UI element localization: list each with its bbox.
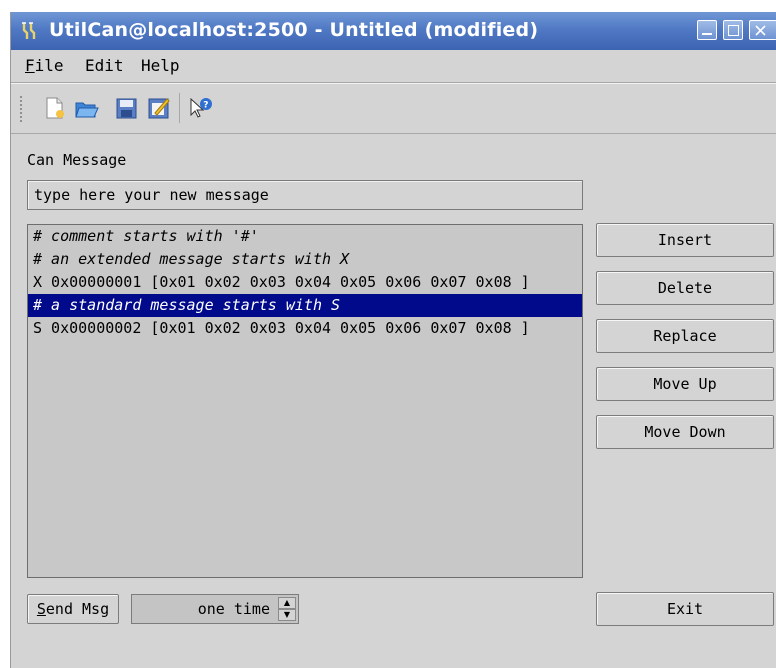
move-up-button[interactable]: Move Up [596,367,774,401]
send-msg-label: end Msg [45,600,110,618]
window-title: UtilCan@localhost:2500 - Untitled (modif… [49,19,539,41]
replace-button[interactable]: Replace [596,319,774,353]
spin-down-arrow-icon[interactable]: ▼ [278,609,296,621]
exit-button[interactable]: Exit [596,592,774,626]
insert-button[interactable]: Insert [596,223,774,257]
open-folder-icon[interactable] [73,95,99,121]
can-message-label: Can Message [27,151,127,169]
send-msg-mnemonic: S [36,600,46,618]
toolbar-separator [179,93,180,123]
toolbar-grip-handle[interactable] [19,95,23,123]
app-icon [22,22,36,39]
move-down-button[interactable]: Move Down [596,415,774,449]
close-icon [755,25,766,36]
message-input[interactable]: type here your new message [27,180,583,210]
svg-text:?: ? [203,101,208,111]
title-bar[interactable]: UtilCan@localhost:2500 - Untitled (modif… [11,12,776,50]
spin-up-arrow-icon[interactable]: ▲ [278,597,296,609]
menu-file[interactable]: File [25,56,64,75]
whats-this-help-icon[interactable]: ? [187,95,213,121]
send-msg-button[interactable]: Send Msg [27,594,119,624]
new-file-icon[interactable] [41,95,67,121]
menu-edit[interactable]: Edit [85,56,124,75]
edit-icon[interactable] [145,95,171,121]
menu-bar: File Edit Help [11,50,776,82]
minimize-button[interactable] [697,20,717,40]
spin-buttons: ▲ ▼ [278,597,296,621]
close-button[interactable] [749,20,776,40]
list-item[interactable]: # comment starts with '#' [28,225,582,248]
toolbar-separator-line [11,133,776,134]
list-item[interactable]: X 0x00000001 [0x01 0x02 0x03 0x04 0x05 0… [28,271,582,294]
maximize-button[interactable] [723,20,743,40]
minimize-icon [702,33,712,35]
repeat-spinbox[interactable]: one time ▲ ▼ [131,594,299,624]
menu-file-label: ile [34,56,64,75]
menu-file-mnemonic: F [25,56,35,75]
app-window: UtilCan@localhost:2500 - Untitled (modif… [10,12,776,668]
message-list[interactable]: # comment starts with '#' # an extended … [27,224,583,578]
delete-button[interactable]: Delete [596,271,774,305]
list-item-selected[interactable]: # a standard message starts with S [28,294,582,317]
toolbar: ? [11,83,776,133]
menu-help[interactable]: Help [141,56,180,75]
list-item[interactable]: # an extended message starts with X [28,248,582,271]
maximize-icon [728,25,739,36]
repeat-value: one time [197,600,270,618]
list-item[interactable]: S 0x00000002 [0x01 0x02 0x03 0x04 0x05 0… [28,317,582,340]
save-icon[interactable] [113,95,139,121]
